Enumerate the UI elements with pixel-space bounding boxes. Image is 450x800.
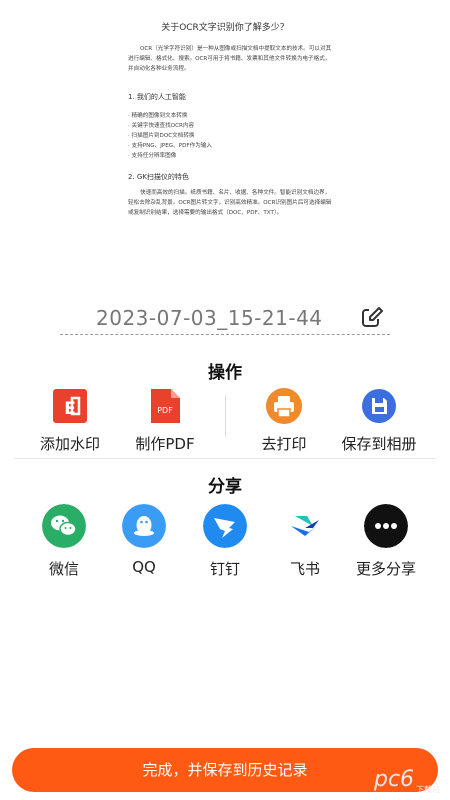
- operations-divider: [225, 395, 226, 437]
- doc-section1-title: 1. 我们的人工智能: [128, 93, 186, 101]
- share-dingtalk-label: 钉钉: [209, 560, 240, 578]
- svg-text:E: E: [64, 399, 76, 419]
- make-pdf-button[interactable]: PDF 制作PDF: [115, 388, 215, 454]
- share-more-label: 更多分享: [355, 560, 416, 578]
- share-more-button[interactable]: 更多分享: [341, 504, 431, 579]
- filename-underline: [60, 334, 390, 335]
- doc-section2-title: 2. GK扫描仪的特色: [128, 173, 189, 181]
- filename-text: 2023-07-03_15-21-44: [96, 306, 323, 330]
- save-to-album-button[interactable]: 保存到相册: [329, 388, 429, 454]
- make-pdf-label: 制作PDF: [135, 435, 195, 453]
- save-icon: [362, 389, 396, 423]
- logo-subtext: 下载站: [416, 784, 440, 794]
- share-wechat-button[interactable]: 微信: [19, 504, 109, 579]
- section-divider: [14, 458, 436, 459]
- qq-icon: [122, 504, 166, 548]
- watermark-icon: E: [53, 389, 87, 423]
- operations-title: 操作: [208, 363, 242, 383]
- print-button[interactable]: 去打印: [234, 388, 334, 454]
- doc-list-item: · 支持任分辨率图像: [128, 153, 177, 159]
- feishu-icon: [291, 516, 319, 536]
- share-feishu-button[interactable]: 飞书: [260, 504, 350, 579]
- svg-text:PDF: PDF: [157, 406, 173, 415]
- edit-icon[interactable]: [360, 306, 384, 330]
- dingtalk-icon: [203, 504, 247, 548]
- add-watermark-label: 添加水印: [39, 435, 100, 453]
- share-title: 分享: [208, 477, 242, 497]
- document-preview: 关于OCR文字识别你了解多少？ OCR（光学字符识别）是一种从图像或扫描文档中提…: [0, 0, 450, 285]
- more-icon: [364, 504, 408, 548]
- add-watermark-button[interactable]: E 添加水印: [20, 388, 120, 454]
- print-label: 去打印: [261, 435, 307, 453]
- wechat-icon: [42, 504, 86, 548]
- share-feishu-label: 飞书: [289, 560, 320, 578]
- doc-title: 关于OCR文字识别你了解多少？: [161, 23, 289, 33]
- doc-list-item: · 支持PNG、JPEG、PDF作为输入: [128, 143, 212, 149]
- printer-icon: [266, 388, 302, 424]
- share-dingtalk-button[interactable]: 钉钉: [180, 504, 270, 579]
- pc6-logo-icon: pc6 下载站: [373, 767, 440, 794]
- share-qq-label: QQ: [132, 558, 156, 576]
- doc-section2-text: 快速而高效的扫描。纸质书籍、名片、收据、各种文件。智能识别文档边界，轻松去除杂乱…: [128, 190, 332, 216]
- share-wechat-label: 微信: [48, 560, 79, 578]
- save-to-album-label: 保存到相册: [341, 435, 417, 453]
- logo-text: pc6: [373, 767, 414, 792]
- doc-list-item: · 扫描图片到DOC文档转换: [128, 133, 195, 139]
- doc-intro: OCR（光学字符识别）是一种从图像或扫描文档中提取文本的技术。可以对其进行编辑、…: [128, 46, 332, 72]
- doc-list-item: · 精确的图像到文本转换: [128, 113, 188, 119]
- filename-row: 2023-07-03_15-21-44: [60, 300, 390, 336]
- doc-list-item: · 关键字快速查找OCR内容: [128, 123, 195, 129]
- pdf-icon: PDF: [151, 389, 180, 423]
- share-qq-button[interactable]: QQ: [99, 504, 189, 576]
